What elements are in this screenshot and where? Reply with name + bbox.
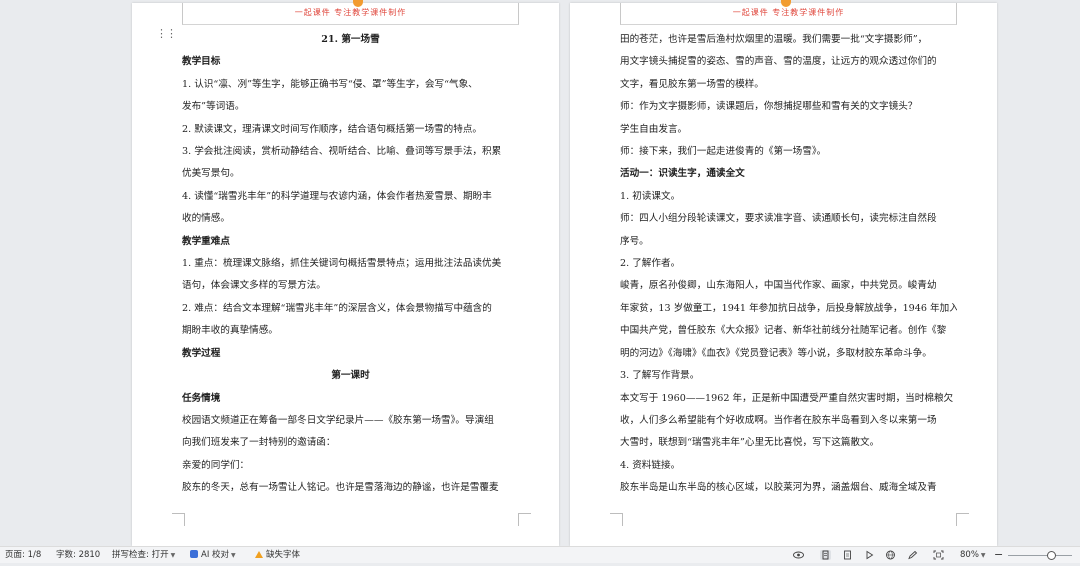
text-line[interactable]: 峻青，原名孙俊卿，山东海阳人，中国当代作家、画家，中共党员。峻青幼 — [620, 275, 957, 297]
text-line[interactable]: 校园语文频道正在筹备一部冬日文学纪录片——《胶东第一场雪》。导演组 — [182, 410, 519, 432]
margin-corner-br — [956, 513, 969, 526]
chevron-down-icon: ▼ — [170, 552, 176, 559]
text-line[interactable]: 向我们班发来了一封特别的邀请函： — [182, 432, 519, 454]
chevron-down-icon: ▼ — [231, 552, 236, 559]
text-line[interactable]: 2. 了解作者。 — [620, 253, 957, 275]
text-line[interactable]: 胶东半岛是山东半岛的核心区域，以胶莱河为界，涵盖烟台、威海全域及青 — [620, 477, 957, 499]
text-line[interactable]: 3. 学会批注阅读，赏析动静结合、视听结合、比喻、叠词等写景手法，积累 — [182, 141, 519, 163]
text-line[interactable]: 本文写于 1960——1962 年，正是新中国遭受严重自然灾害时期，当时棉粮欠 — [620, 388, 957, 410]
text-line[interactable]: 2. 难点：结合文本理解“瑞雪兆丰年”的深层含义，体会景物描写中蕴含的 — [182, 298, 519, 320]
status-bar: 页面: 1/8 字数: 2810 拼写检查: 打开 ▼ AI 校对 ▼ 缺失字体 8… — [0, 546, 1080, 563]
page-view-icon[interactable] — [820, 550, 831, 560]
text-line[interactable]: 1. 初读课文。 — [620, 186, 957, 208]
text-line[interactable]: 师：接下来，我们一起走进俊青的《第一场雪》。 — [620, 141, 957, 163]
pen-icon[interactable] — [907, 550, 918, 560]
play-icon[interactable] — [864, 550, 875, 560]
page-indicator[interactable]: 页面: 1/8 — [5, 547, 41, 563]
ai-proofread-label: AI 校对 — [201, 550, 230, 560]
text-line[interactable]: 师：作为文字摄影师，读课题后，你想捕捉哪些和雪有关的文字镜头？ — [620, 96, 957, 118]
text-line[interactable]: 文字，看见胶东第一场雪的模样。 — [620, 74, 957, 96]
text-line[interactable]: 4. 读懂“瑞雪兆丰年”的科学道理与农谚内涵，体会作者热爱雪景、期盼丰 — [182, 186, 519, 208]
header-logo-icon — [353, 0, 363, 7]
missing-font-label: 缺失字体 — [266, 550, 301, 560]
missing-font-button[interactable]: 缺失字体 — [255, 547, 300, 563]
ai-icon — [190, 550, 198, 558]
text-line[interactable]: 教学目标 — [182, 51, 519, 73]
fit-page-icon[interactable] — [933, 550, 944, 560]
text-line[interactable]: 用文字镜头捕捉雪的姿态、雪的声音、雪的温度，让远方的观众透过你们的 — [620, 51, 957, 73]
text-line[interactable]: 教学过程 — [182, 343, 519, 365]
zoom-out-button[interactable]: − — [994, 547, 1003, 563]
outline-view-icon[interactable] — [842, 550, 853, 560]
eye-icon[interactable] — [793, 550, 804, 560]
text-line[interactable]: 教学重难点 — [182, 231, 519, 253]
document-area[interactable]: 一起课件 专注教学课件制作 21. 第一场雪 教学目标 1. 认识“凛、冽”等生字，… — [0, 0, 1080, 546]
warning-icon — [255, 551, 263, 558]
text-line[interactable]: 亲爱的同学们： — [182, 455, 519, 477]
zoom-slider-handle[interactable] — [1047, 551, 1056, 560]
page-2-content[interactable]: 田的苍茫，也许是雪后渔村炊烟里的温暖。我们需要一批“文字摄影师”， 用文字镜头捕捉… — [620, 29, 957, 500]
text-line[interactable]: 第一课时 — [182, 365, 519, 387]
text-line[interactable]: 1. 重点：梳理课文脉络，抓住关键词句概括雪景特点；运用批注法品读优美 — [182, 253, 519, 275]
text-line[interactable]: 收，人们多么希望能有个好收成啊。当作者在胶东半岛看到入冬以来第一场 — [620, 410, 957, 432]
spell-check-toggle[interactable]: 拼写检查: 打开 ▼ — [112, 547, 175, 564]
page-2[interactable]: 一起课件 专注教学课件制作 田的苍茫，也许是雪后渔村炊烟里的温暖。我们需要一批“… — [570, 0, 997, 546]
text-line[interactable]: 中国共产党，曾任胶东《大众报》记者、新华社前线分社随军记者。创作《黎 — [620, 320, 957, 342]
text-line[interactable]: 收的情感。 — [182, 208, 519, 230]
header-text: 一起课件 专注教学课件制作 — [732, 8, 845, 17]
text-line[interactable]: 发布”等词语。 — [182, 96, 519, 118]
zoom-level: 80% — [960, 550, 979, 560]
text-line[interactable]: 优美写景句。 — [182, 163, 519, 185]
text-line[interactable]: 21. 第一场雪 — [182, 29, 519, 51]
text-line[interactable]: 活动一：识读生字，通读全文 — [620, 163, 957, 185]
text-line[interactable]: 田的苍茫，也许是雪后渔村炊烟里的温暖。我们需要一批“文字摄影师”， — [620, 29, 957, 51]
header-logo-icon — [781, 0, 791, 7]
text-line[interactable]: 语句，体会课文多样的写景方法。 — [182, 275, 519, 297]
chevron-down-icon: ▼ — [980, 552, 986, 559]
ai-proofread-button[interactable]: AI 校对 ▼ — [190, 547, 236, 564]
zoom-slider-track[interactable] — [1008, 555, 1072, 556]
margin-corner-br — [518, 513, 531, 526]
text-line[interactable]: 1. 认识“凛、冽”等生字，能够正确书写“侵、罩”等生字，会写“气象、 — [182, 74, 519, 96]
text-line[interactable]: 师：四人小组分段轮读课文，要求读准字音、读通顺长句，读完标注自然段 — [620, 208, 957, 230]
text-line[interactable]: 明的河边》《海啸》《血衣》《党员登记表》等小说，多取材胶东革命斗争。 — [620, 343, 957, 365]
web-view-icon[interactable] — [885, 550, 896, 560]
drag-handle-icon[interactable]: ⋮⋮ — [156, 28, 177, 39]
text-line[interactable]: 期盼丰收的真挚情感。 — [182, 320, 519, 342]
page-header: 一起课件 专注教学课件制作 — [182, 0, 519, 25]
text-line[interactable]: 2. 默读课文，理清课文时间写作顺序，结合语句概括第一场雪的特点。 — [182, 119, 519, 141]
text-line[interactable]: 4. 资料链接。 — [620, 455, 957, 477]
text-line[interactable]: 胶东的冬天，总有一场雪让人铭记。也许是雪落海边的静谧，也许是雪覆麦 — [182, 477, 519, 499]
page-1-content[interactable]: 21. 第一场雪 教学目标 1. 认识“凛、冽”等生字，能够正确书写“侵、罩”等生字… — [182, 29, 519, 500]
margin-corner-bl — [610, 513, 623, 526]
word-count[interactable]: 字数: 2810 — [56, 547, 100, 563]
spell-check-label: 拼写检查: 打开 — [112, 550, 169, 560]
text-line[interactable]: 学生自由发言。 — [620, 119, 957, 141]
text-line[interactable]: 任务情境 — [182, 388, 519, 410]
page-1[interactable]: 一起课件 专注教学课件制作 21. 第一场雪 教学目标 1. 认识“凛、冽”等生字，… — [132, 0, 559, 546]
text-line[interactable]: 序号。 — [620, 231, 957, 253]
text-line[interactable]: 3. 了解写作背景。 — [620, 365, 957, 387]
page-header: 一起课件 专注教学课件制作 — [620, 0, 957, 25]
margin-corner-bl — [172, 513, 185, 526]
header-text: 一起课件 专注教学课件制作 — [294, 8, 407, 17]
text-line[interactable]: 年家贫，13 岁做童工，1941 年参加抗日战争，后投身解放战争，1946 年加… — [620, 298, 957, 320]
text-line[interactable]: 大雪时，联想到“瑞雪兆丰年”心里无比喜悦，写下这篇散文。 — [620, 432, 957, 454]
zoom-select[interactable]: 80% ▼ — [960, 547, 986, 564]
